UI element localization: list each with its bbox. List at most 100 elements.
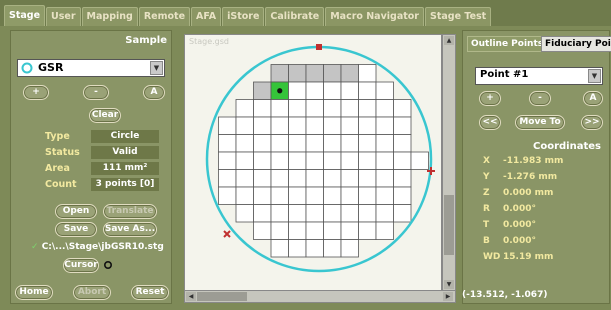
die-cell[interactable]	[393, 186, 412, 205]
tab-stage-test[interactable]: Stage Test	[425, 7, 492, 26]
die-cell[interactable]	[323, 239, 342, 258]
die-cell[interactable]	[340, 116, 359, 135]
die-cell[interactable]	[235, 99, 254, 118]
die-cell[interactable]	[323, 204, 342, 223]
next-point-button[interactable]: >>	[581, 115, 603, 130]
tab-macro-navigator[interactable]: Macro Navigator	[325, 7, 424, 26]
die-cell[interactable]	[323, 169, 342, 188]
save-as-button[interactable]: Save As...	[103, 222, 157, 237]
die-cell[interactable]	[218, 186, 237, 205]
die-cell[interactable]	[358, 151, 377, 170]
die-cell[interactable]	[358, 81, 377, 100]
die-cell[interactable]	[375, 169, 394, 188]
previous-point-button[interactable]: <<	[479, 115, 501, 130]
die-cell[interactable]	[305, 239, 324, 258]
die-cell[interactable]	[288, 99, 307, 118]
add-sample-button[interactable]: +	[23, 85, 49, 100]
translate-button[interactable]: Translate	[103, 204, 157, 219]
die-cell[interactable]	[375, 151, 394, 170]
die-cell[interactable]	[270, 64, 289, 83]
die-cell[interactable]	[358, 116, 377, 135]
add-point-button[interactable]: +	[479, 91, 501, 106]
die-cell[interactable]	[253, 204, 272, 223]
die-cell[interactable]	[393, 151, 412, 170]
tab-fiducial-points[interactable]: Fiduciary Points	[541, 36, 611, 52]
die-cell[interactable]	[305, 64, 324, 83]
die-cell[interactable]	[323, 116, 342, 135]
die-cell[interactable]	[323, 134, 342, 153]
die-cell[interactable]	[393, 204, 412, 223]
scroll-down-icon[interactable]: ▼	[444, 280, 454, 289]
tab-mapping[interactable]: Mapping	[81, 7, 138, 26]
die-cell[interactable]	[358, 221, 377, 240]
die-cell[interactable]	[253, 169, 272, 188]
die-cell[interactable]	[375, 116, 394, 135]
die-cell[interactable]	[340, 204, 359, 223]
die-cell[interactable]	[393, 116, 412, 135]
die-cell[interactable]	[288, 239, 307, 258]
die-cell[interactable]	[253, 221, 272, 240]
die-cell[interactable]	[340, 151, 359, 170]
die-cell[interactable]	[270, 169, 289, 188]
die-cell[interactable]	[340, 134, 359, 153]
die-cell[interactable]	[270, 186, 289, 205]
die-cell[interactable]	[270, 239, 289, 258]
die-cell[interactable]	[340, 221, 359, 240]
die-cell[interactable]	[288, 64, 307, 83]
die-cell[interactable]	[305, 169, 324, 188]
die-cell[interactable]	[253, 186, 272, 205]
die-cell[interactable]	[288, 221, 307, 240]
die-cell[interactable]	[340, 186, 359, 205]
reset-button[interactable]: Reset	[131, 285, 169, 300]
die-cell[interactable]	[270, 134, 289, 153]
die-cell[interactable]	[270, 221, 289, 240]
die-cell[interactable]	[375, 204, 394, 223]
die-cell[interactable]	[288, 134, 307, 153]
tab-remote[interactable]: Remote	[138, 7, 191, 26]
die-cell[interactable]	[270, 204, 289, 223]
die-cell[interactable]	[305, 134, 324, 153]
die-cell[interactable]	[323, 186, 342, 205]
die-cell[interactable]	[288, 204, 307, 223]
die-cell[interactable]	[288, 81, 307, 100]
die-cell[interactable]	[235, 204, 254, 223]
die-cell[interactable]	[270, 99, 289, 118]
die-cell[interactable]	[288, 116, 307, 135]
die-cell[interactable]	[323, 81, 342, 100]
die-cell[interactable]	[358, 99, 377, 118]
die-cell[interactable]	[288, 186, 307, 205]
vertical-scroll-thumb[interactable]	[444, 195, 454, 255]
die-cell[interactable]	[375, 186, 394, 205]
sample-a-button[interactable]: A	[143, 85, 165, 100]
chevron-down-icon[interactable]: ▼	[588, 69, 601, 83]
cursor-button[interactable]: Cursor	[63, 258, 99, 273]
die-cell[interactable]	[375, 134, 394, 153]
move-to-button[interactable]: Move To	[515, 115, 565, 130]
tab-outline-points[interactable]: Outline Points	[467, 36, 548, 52]
die-cell[interactable]	[375, 221, 394, 240]
tab-afa[interactable]: AFA	[191, 7, 222, 26]
abort-button[interactable]: Abort	[73, 285, 111, 300]
die-cell[interactable]	[235, 151, 254, 170]
home-button[interactable]: Home	[15, 285, 53, 300]
die-cell[interactable]	[218, 169, 237, 188]
tab-user[interactable]: User	[46, 7, 81, 26]
die-cell[interactable]	[323, 64, 342, 83]
die-cell[interactable]	[340, 64, 359, 83]
die-cell[interactable]	[253, 81, 272, 100]
save-button[interactable]: Save	[55, 222, 97, 237]
die-cell[interactable]	[270, 151, 289, 170]
die-cell[interactable]	[375, 81, 394, 100]
die-cell[interactable]	[235, 134, 254, 153]
die-cell[interactable]	[375, 99, 394, 118]
die-cell[interactable]	[393, 169, 412, 188]
die-cell[interactable]	[235, 169, 254, 188]
die-cell[interactable]	[305, 186, 324, 205]
die-cell[interactable]	[288, 151, 307, 170]
die-cell[interactable]	[340, 239, 359, 258]
die-cell[interactable]	[358, 186, 377, 205]
die-cell[interactable]	[323, 151, 342, 170]
die-cell[interactable]	[358, 134, 377, 153]
die-cell[interactable]	[305, 99, 324, 118]
vertical-scrollbar[interactable]: ▲ ▼	[442, 34, 456, 292]
